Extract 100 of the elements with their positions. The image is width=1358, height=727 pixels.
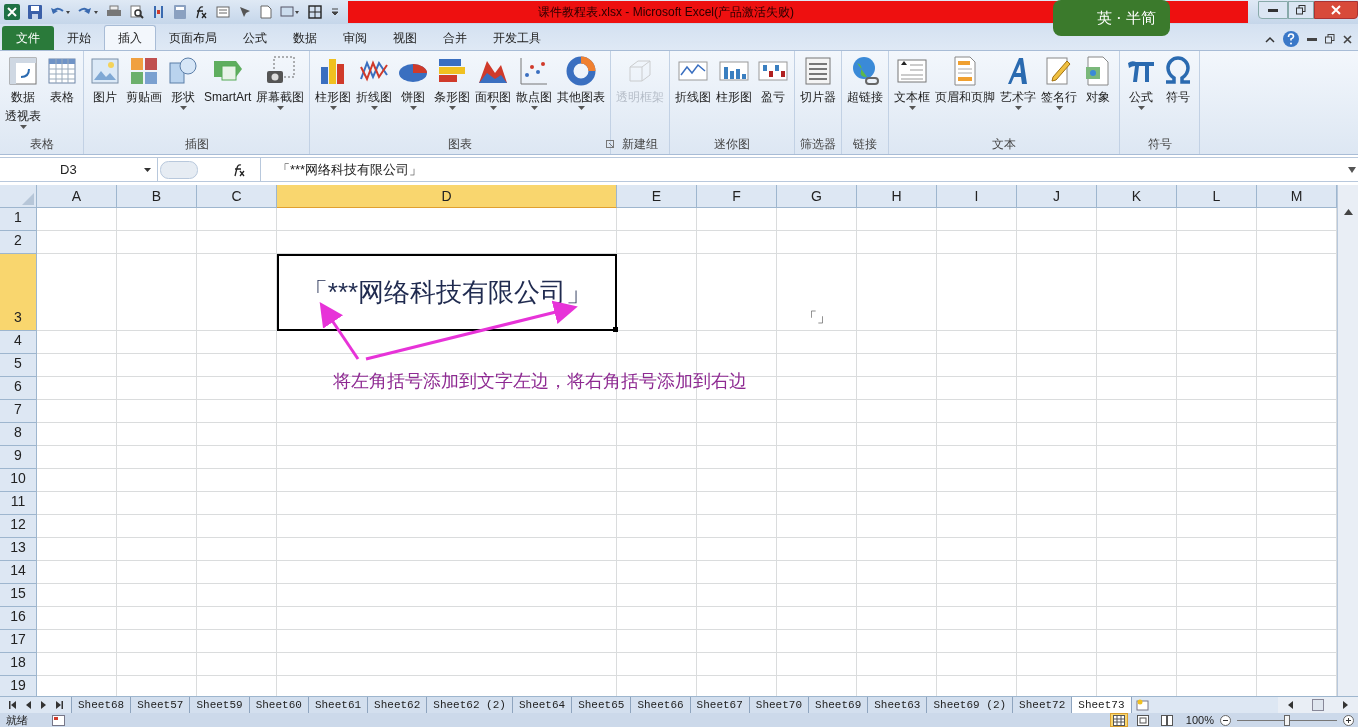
row-header[interactable]: 7	[0, 400, 37, 423]
name-box[interactable]: D3	[0, 158, 158, 181]
ribbon-button[interactable]: 折线图	[354, 55, 395, 110]
scroll-up-icon[interactable]	[1343, 209, 1353, 215]
sheet-tab[interactable]: Sheet59	[189, 697, 250, 713]
ribbon-button[interactable]: 超链接	[845, 55, 886, 106]
row-header[interactable]: 12	[0, 515, 37, 538]
ribbon-tab[interactable]: 合并	[430, 26, 480, 50]
row-header[interactable]: 10	[0, 469, 37, 492]
ribbon-tab[interactable]: 页面布局	[156, 26, 230, 50]
minimize-icon[interactable]	[1307, 37, 1317, 41]
print-icon[interactable]	[106, 5, 122, 19]
row-header[interactable]: 6	[0, 377, 37, 400]
row-header[interactable]: 18	[0, 653, 37, 676]
ribbon-button[interactable]: 数据 透视表	[3, 55, 43, 129]
spreadsheet-logo-icon[interactable]	[4, 4, 20, 20]
sheet-tab[interactable]: Sheet57	[130, 697, 191, 713]
sheet-tab[interactable]: Sheet64	[511, 697, 573, 713]
print-preview-icon[interactable]	[130, 5, 144, 19]
horizontal-scrollbar[interactable]	[1278, 697, 1358, 713]
close-icon[interactable]	[1343, 34, 1352, 44]
row-header[interactable]: 13	[0, 538, 37, 561]
screen-icon[interactable]	[280, 5, 300, 19]
zoom-level[interactable]: 100%	[1185, 713, 1214, 727]
sheet-tab[interactable]: Sheet67	[689, 697, 750, 713]
ribbon-button[interactable]: 饼图	[395, 55, 432, 110]
ribbon-button[interactable]: 屏幕截图	[254, 55, 307, 110]
ribbon-button[interactable]: 条形图	[432, 55, 473, 110]
scroll-thumb-icon[interactable]	[1312, 699, 1324, 711]
sheet-tab[interactable]: Sheet62 (2)	[426, 697, 513, 713]
ribbon-button[interactable]: 文本框	[892, 55, 933, 110]
row-header[interactable]: 11	[0, 492, 37, 515]
zoom-in-icon[interactable]	[1343, 714, 1354, 726]
view-button[interactable]	[1109, 713, 1128, 727]
sheet-tab[interactable]: Sheet63	[867, 697, 928, 713]
ribbon-button[interactable]: 签名行	[1039, 55, 1080, 110]
zoom-slider[interactable]	[1237, 714, 1337, 726]
sheet-tab[interactable]: Sheet72	[1012, 697, 1073, 713]
column-header[interactable]: J	[1017, 185, 1097, 208]
column-header[interactable]: H	[857, 185, 937, 208]
ribbon-button[interactable]: 切片器	[798, 55, 839, 106]
column-header[interactable]: D	[277, 185, 617, 208]
row-header[interactable]: 16	[0, 607, 37, 630]
ribbon-button[interactable]: 图片	[87, 55, 123, 106]
sheet-tab[interactable]: Sheet61	[307, 697, 369, 713]
ribbon-button[interactable]: 页眉和页脚	[933, 55, 998, 106]
help-icon[interactable]	[1283, 31, 1299, 47]
ribbon-tab[interactable]: 公式	[230, 26, 280, 50]
sheet-tab[interactable]: Sheet68	[71, 697, 132, 713]
ribbon-button[interactable]: 对象	[1080, 55, 1117, 106]
ribbon-button[interactable]: 柱形图	[313, 55, 354, 110]
sheet-tab[interactable]: Sheet69	[808, 697, 869, 713]
ribbon-button[interactable]: 形状	[165, 55, 201, 110]
ribbon-button[interactable]: SmartArt	[202, 55, 254, 106]
ribbon-button[interactable]: 面积图	[473, 55, 514, 110]
row-header[interactable]: 2	[0, 231, 37, 254]
row-header[interactable]: 4	[0, 331, 37, 354]
row-header[interactable]: 3	[0, 254, 37, 331]
ribbon-tab[interactable]: 数据	[280, 26, 330, 50]
next-sheet-icon[interactable]	[41, 701, 46, 709]
row-header[interactable]: 19	[0, 676, 37, 696]
ribbon-tab[interactable]: 视图	[380, 26, 430, 50]
sheet-tab[interactable]: Sheet70	[748, 697, 810, 713]
function-icon[interactable]	[232, 162, 246, 177]
dialog-launcher-icon[interactable]	[606, 140, 615, 148]
form-icon[interactable]	[216, 5, 230, 19]
column-header[interactable]: B	[117, 185, 197, 208]
row-header[interactable]: 9	[0, 446, 37, 469]
sheet-tab[interactable]: Sheet69 (2)	[926, 697, 1014, 713]
formula-input[interactable]: 「***网络科技有限公司」	[260, 158, 1348, 181]
file-tab[interactable]: 文件	[2, 26, 54, 50]
ribbon-button[interactable]: 柱形图	[714, 55, 755, 106]
macro-record-icon[interactable]	[52, 714, 65, 726]
sort-icon[interactable]	[152, 5, 166, 19]
row-header[interactable]: 14	[0, 561, 37, 584]
cursor-icon[interactable]	[238, 5, 252, 19]
ribbon-tab[interactable]: 审阅	[330, 26, 380, 50]
calculator-icon[interactable]	[174, 5, 186, 19]
sheet-tab[interactable]: Sheet65	[571, 697, 632, 713]
ribbon-button[interactable]: 符号	[1160, 55, 1197, 106]
sheet-tab[interactable]: Sheet73	[1071, 697, 1132, 713]
column-header[interactable]: A	[37, 185, 117, 208]
sheet-tab[interactable]: Sheet60	[248, 697, 309, 713]
previous-sheet-icon[interactable]	[26, 701, 31, 709]
row-header[interactable]: 1	[0, 208, 37, 231]
sheet-tab[interactable]: Sheet66	[630, 697, 691, 713]
row-header[interactable]: 8	[0, 423, 37, 446]
ribbon-button[interactable]: 盈亏	[755, 55, 792, 106]
document-icon[interactable]	[260, 5, 272, 19]
borders-icon[interactable]	[308, 5, 322, 19]
scroll-left-icon[interactable]	[1287, 701, 1293, 709]
column-header[interactable]: F	[697, 185, 777, 208]
row-header[interactable]: 5	[0, 354, 37, 377]
ribbon-tab[interactable]: 插入	[104, 25, 156, 50]
scroll-right-icon[interactable]	[1343, 701, 1349, 709]
column-header[interactable]: L	[1177, 185, 1257, 208]
ribbon-button[interactable]: 公式	[1123, 55, 1160, 110]
close-button[interactable]	[1314, 1, 1358, 19]
function-icon[interactable]	[194, 5, 208, 19]
zoom-thumb[interactable]	[1284, 714, 1290, 726]
